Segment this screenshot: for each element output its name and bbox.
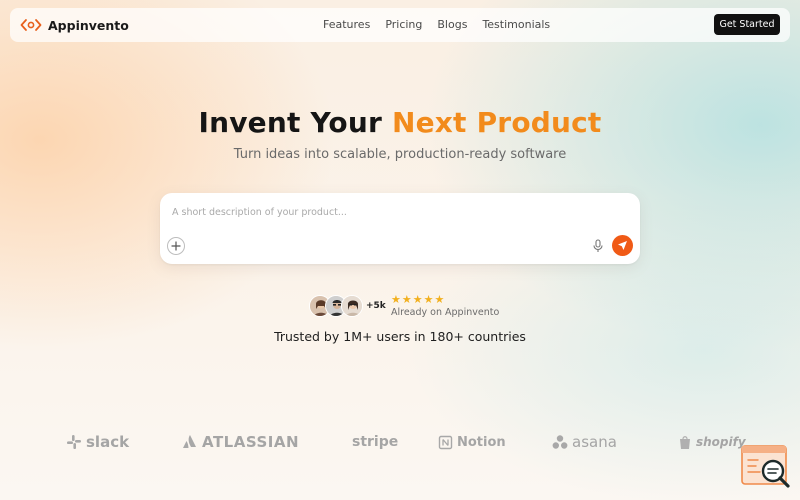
avatar-group <box>309 295 363 317</box>
atlassian-icon <box>183 435 196 448</box>
shopify-icon <box>680 435 690 449</box>
asana-text: asana <box>572 433 617 451</box>
hero-subtitle: Turn ideas into scalable, production-rea… <box>233 147 567 162</box>
hero-title-accent: Next Product <box>391 106 602 139</box>
slack-logo: slack <box>66 428 129 456</box>
shopify-logo: shopify <box>678 428 746 456</box>
atlassian-logo: ATLASSIAN <box>182 428 299 456</box>
nav-pricing[interactable]: Pricing <box>385 18 422 31</box>
rating-text: Already on Appinvento <box>391 307 500 318</box>
stripe-text: stripe <box>352 434 399 450</box>
product-description-input[interactable] <box>172 203 622 221</box>
atlassian-text: ATLASSIAN <box>202 433 300 451</box>
asana-logo: asana <box>552 428 617 456</box>
stripe-logo: stripe <box>352 428 398 456</box>
brand-name: Appinvento <box>48 17 129 33</box>
code-brackets-icon <box>20 19 42 31</box>
star-rating: ★★★★★ <box>391 293 446 306</box>
nav-links: Features Pricing Blogs Testimonials <box>323 18 550 31</box>
plus-icon <box>171 241 181 251</box>
notion-text: Notion <box>457 434 506 450</box>
notion-icon <box>438 435 453 449</box>
hero-title-main: Invent Your <box>198 106 383 139</box>
trusted-text: Trusted by 1M+ users in 180+ countries <box>274 329 526 344</box>
slack-icon <box>67 435 81 449</box>
send-button[interactable] <box>612 235 633 256</box>
prompt-box <box>160 193 640 264</box>
user-count: +5k <box>366 301 386 311</box>
microphone-icon[interactable] <box>592 239 604 253</box>
shopify-text: shopify <box>696 435 746 449</box>
send-icon <box>618 241 627 250</box>
search-chat-icon <box>741 445 790 488</box>
support-widget[interactable] <box>740 444 792 490</box>
partner-logos: slack ATLASSIAN stripe Notion asana shop… <box>0 428 800 458</box>
hero-title: Invent Your Next Product <box>0 106 800 139</box>
brand[interactable]: Appinvento <box>20 16 129 34</box>
get-started-button[interactable]: Get Started <box>714 14 780 35</box>
avatar <box>341 295 363 317</box>
nav-blogs[interactable]: Blogs <box>437 18 467 31</box>
add-attachment-button[interactable] <box>167 237 185 255</box>
slack-text: slack <box>86 433 130 451</box>
notion-logo: Notion <box>438 428 506 456</box>
navbar: Appinvento Features Pricing Blogs Testim… <box>10 8 790 42</box>
asana-icon <box>552 435 568 449</box>
nav-features[interactable]: Features <box>323 18 370 31</box>
nav-testimonials[interactable]: Testimonials <box>482 18 550 31</box>
